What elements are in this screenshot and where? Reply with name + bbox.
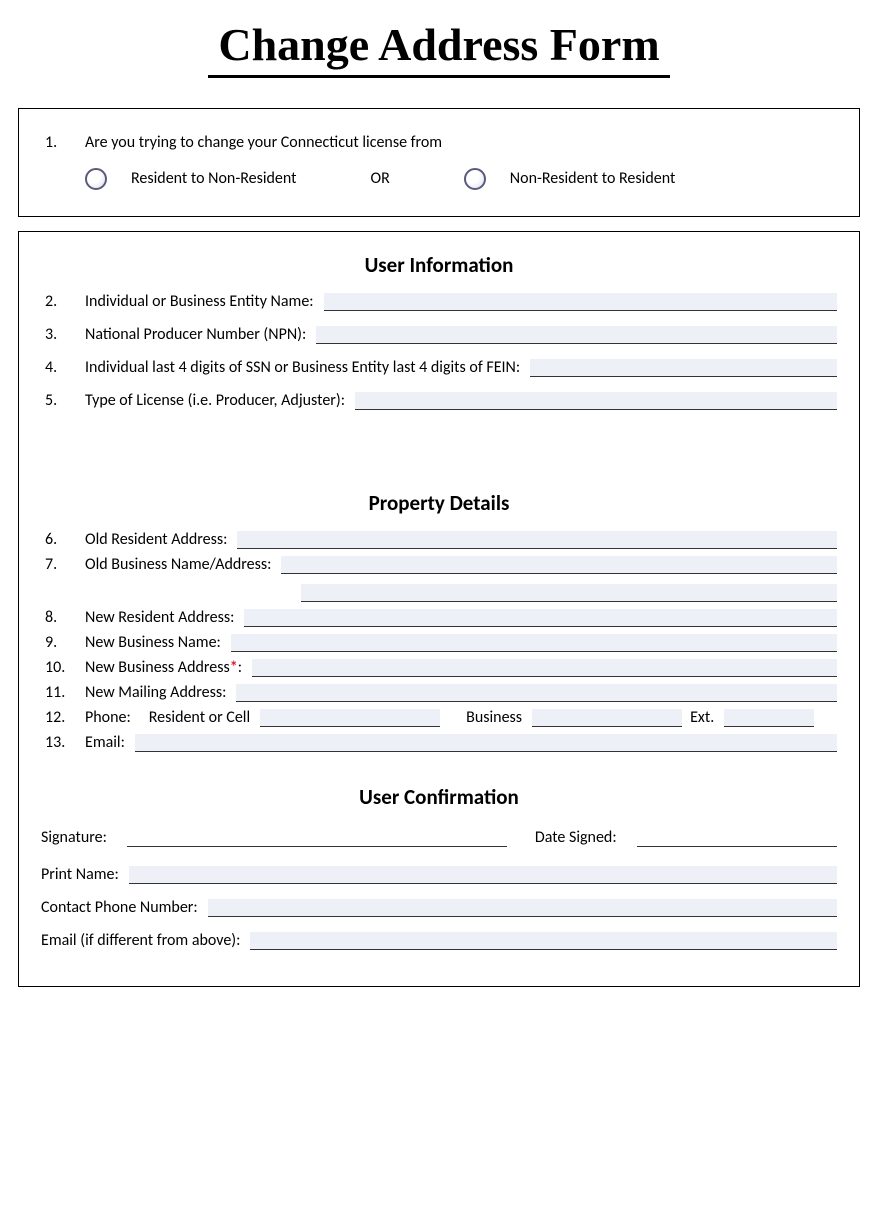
new-business-address-field[interactable]	[252, 659, 837, 677]
main-form-box: User Information 2. Individual or Busine…	[18, 231, 860, 987]
old-business-address-field-2[interactable]	[301, 584, 837, 602]
date-signed-field[interactable]	[637, 829, 837, 847]
q9-number: 9.	[41, 633, 85, 652]
q4-label: Individual last 4 digits of SSN or Busin…	[85, 358, 520, 377]
phone-business-field[interactable]	[532, 709, 682, 727]
signature-field[interactable]	[127, 829, 507, 847]
q11-number: 11.	[41, 683, 85, 702]
user-info-header: User Information	[41, 252, 837, 278]
q12-ext-label: Ext.	[690, 708, 714, 727]
q3-number: 3.	[41, 325, 85, 344]
license-type-field[interactable]	[355, 392, 837, 410]
page-title: Change Address Form	[208, 20, 669, 78]
entity-name-field[interactable]	[324, 293, 837, 311]
q3-label: National Producer Number (NPN):	[85, 325, 306, 344]
or-label: OR	[371, 169, 390, 188]
new-resident-address-field[interactable]	[244, 609, 837, 627]
email-diff-label: Email (if different from above):	[41, 931, 240, 950]
ssn-fein-field[interactable]	[530, 359, 837, 377]
phone-resident-field[interactable]	[260, 709, 440, 727]
date-signed-label: Date Signed:	[535, 828, 617, 847]
q1-text: Are you trying to change your Connecticu…	[85, 133, 442, 152]
q10-number: 10.	[41, 658, 85, 677]
new-mailing-address-field[interactable]	[236, 684, 837, 702]
q8-label: New Resident Address:	[85, 608, 234, 627]
contact-phone-label: Contact Phone Number:	[41, 898, 198, 917]
q2-label: Individual or Business Entity Name:	[85, 292, 314, 311]
option-a-label: Resident to Non-Resident	[131, 169, 297, 188]
q5-number: 5.	[41, 391, 85, 410]
user-confirmation-header: User Confirmation	[41, 784, 837, 810]
q7-number: 7.	[41, 555, 85, 574]
npn-field[interactable]	[316, 326, 837, 344]
q6-number: 6.	[41, 530, 85, 549]
new-business-name-field[interactable]	[231, 634, 837, 652]
q4-number: 4.	[41, 358, 85, 377]
print-name-field[interactable]	[129, 866, 837, 884]
q2-number: 2.	[41, 292, 85, 311]
q1-number: 1.	[41, 133, 85, 152]
old-resident-address-field[interactable]	[237, 531, 837, 549]
q12-label: Phone:	[85, 708, 131, 727]
q10-label: New Business Address*:	[85, 658, 242, 677]
print-name-label: Print Name:	[41, 865, 119, 884]
q12-resident-label: Resident or Cell	[149, 708, 250, 727]
option-b-label: Non-Resident to Resident	[510, 169, 676, 188]
q12-business-label: Business	[466, 708, 522, 727]
q6-label: Old Resident Address:	[85, 530, 227, 549]
q12-number: 12.	[41, 708, 85, 727]
radio-nonresident-to-resident[interactable]	[464, 168, 486, 190]
q5-label: Type of License (i.e. Producer, Adjuster…	[85, 391, 345, 410]
q9-label: New Business Name:	[85, 633, 221, 652]
q11-label: New Mailing Address:	[85, 683, 226, 702]
q13-label: Email:	[85, 733, 125, 752]
email-field[interactable]	[135, 734, 837, 752]
email-diff-field[interactable]	[250, 932, 837, 950]
required-asterisk: *	[230, 658, 238, 677]
signature-label: Signature:	[41, 828, 107, 847]
q7-label: Old Business Name/Address:	[85, 555, 271, 574]
phone-ext-field[interactable]	[724, 709, 814, 727]
radio-resident-to-nonresident[interactable]	[85, 168, 107, 190]
property-details-header: Property Details	[41, 490, 837, 516]
q8-number: 8.	[41, 608, 85, 627]
old-business-address-field[interactable]	[281, 556, 837, 574]
contact-phone-field[interactable]	[208, 899, 837, 917]
license-change-box: 1. Are you trying to change your Connect…	[18, 108, 860, 217]
q13-number: 13.	[41, 733, 85, 752]
